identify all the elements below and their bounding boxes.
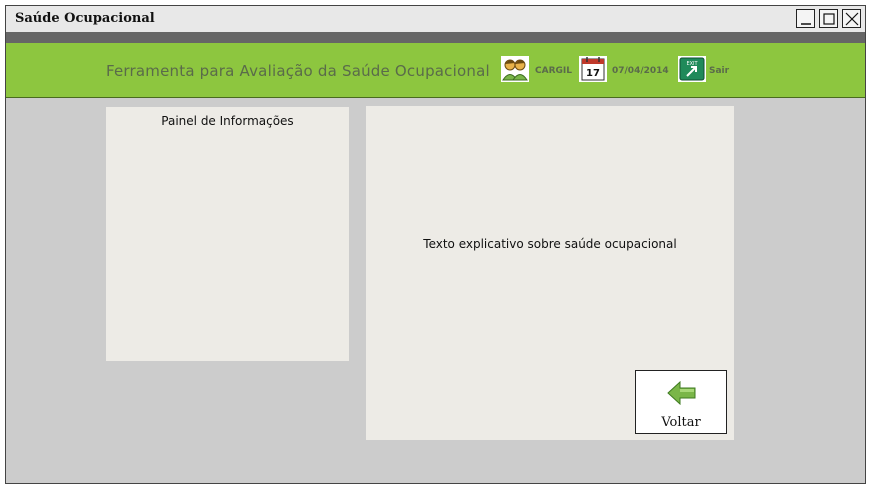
content-text: Texto explicativo sobre saúde ocupaciona… [423, 237, 677, 251]
exit-label[interactable]: Sair [709, 66, 729, 76]
maximize-icon [823, 13, 835, 25]
content-panel: Texto explicativo sobre saúde ocupaciona… [366, 106, 734, 440]
minimize-icon [801, 23, 811, 25]
maximize-button[interactable] [819, 9, 838, 28]
app-header: Ferramenta para Avaliação da Saúde Ocupa… [6, 43, 865, 98]
date-label: 07/04/2014 [612, 66, 669, 76]
company-label: CARGIL [535, 66, 572, 76]
window-title: Saúde Ocupacional [15, 11, 155, 26]
app-window: Saúde Ocupacional Ferramenta para Avalia… [5, 5, 866, 484]
info-panel: Painel de Informações [106, 107, 349, 361]
exit-button[interactable]: EXIT [678, 56, 706, 82]
exit-icon: EXIT [678, 56, 706, 82]
users-icon [501, 56, 529, 82]
minimize-button[interactable] [796, 9, 815, 28]
close-button[interactable] [842, 9, 861, 28]
back-arrow-icon [667, 381, 696, 405]
info-panel-title: Painel de Informações [161, 114, 294, 128]
back-button[interactable]: Voltar [635, 370, 727, 434]
calendar-icon: 17 [579, 56, 607, 82]
header-strip [6, 32, 865, 43]
back-button-label: Voltar [661, 415, 701, 430]
app-title: Ferramenta para Avaliação da Saúde Ocupa… [106, 62, 490, 80]
calendar-day: 17 [586, 68, 600, 79]
close-icon [845, 12, 859, 26]
title-bar: Saúde Ocupacional [6, 6, 865, 33]
